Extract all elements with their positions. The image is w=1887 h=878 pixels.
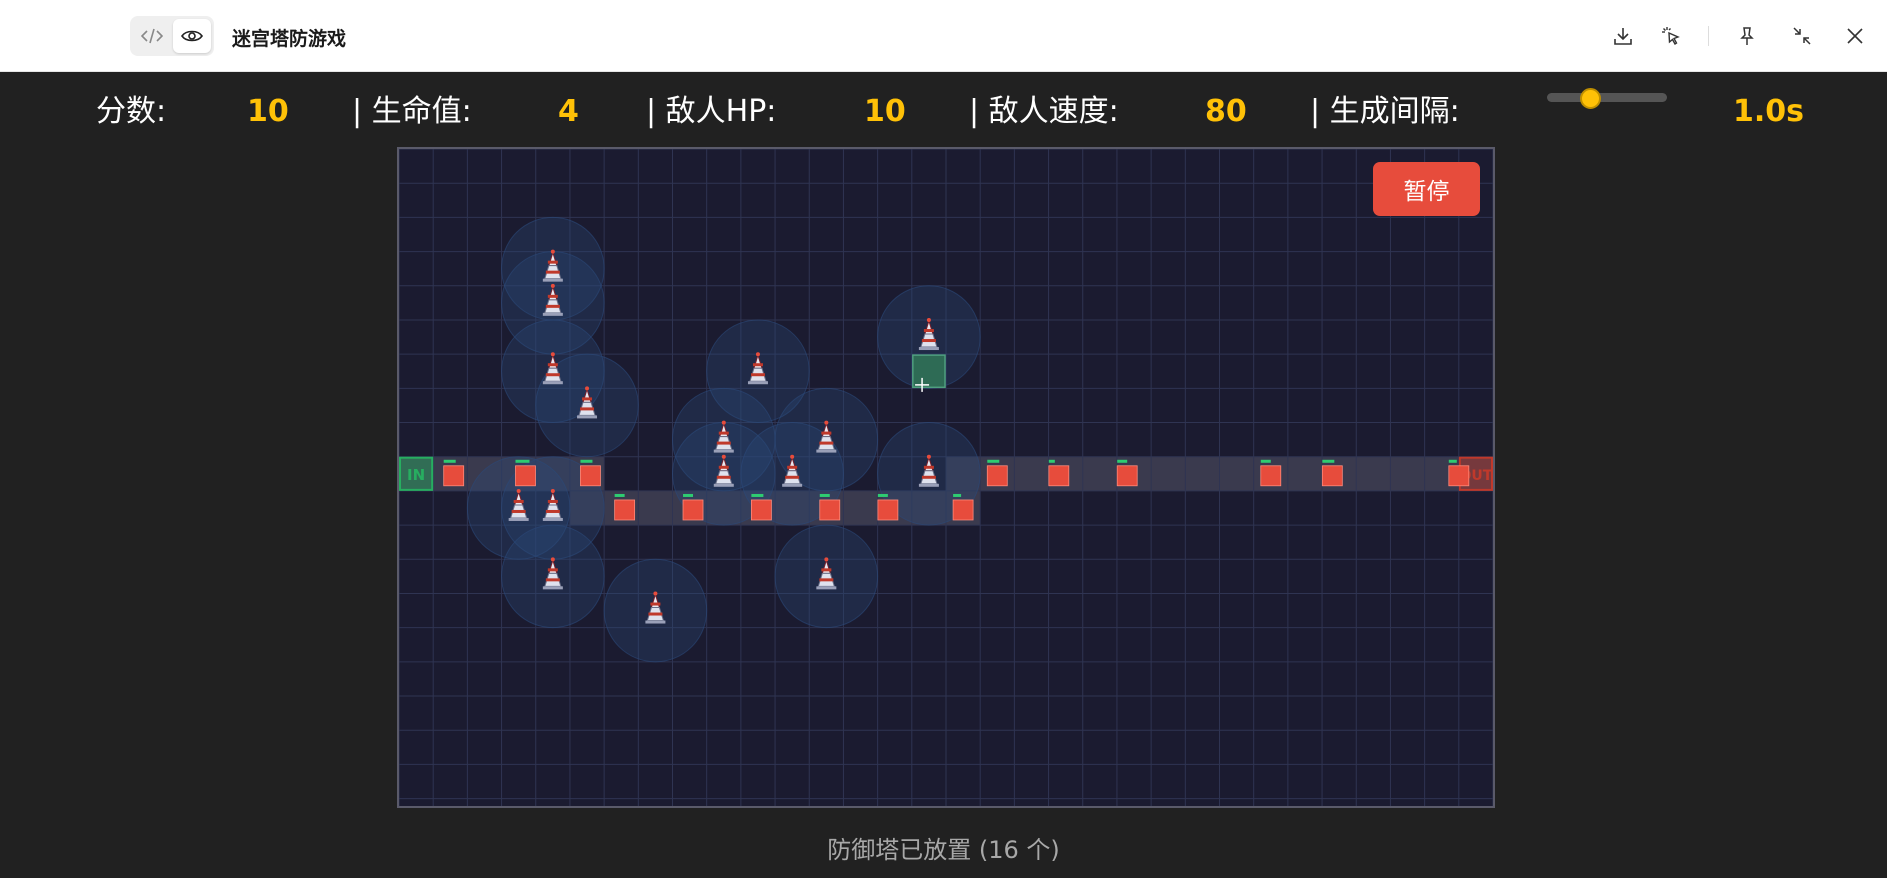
toolbar-divider	[1708, 26, 1709, 46]
select-element-button[interactable]	[1657, 22, 1685, 50]
enemy-health-bar	[819, 493, 830, 497]
enemy-health-bar	[443, 459, 456, 463]
preview-view-button[interactable]	[173, 19, 211, 53]
enemy	[750, 499, 772, 521]
slider-thumb[interactable]	[1580, 88, 1602, 109]
enemy	[1260, 465, 1282, 487]
path-cell	[1356, 456, 1391, 491]
enemy	[1321, 465, 1343, 487]
enemy-health-bar	[1260, 459, 1271, 463]
enemy-health-bar	[1322, 459, 1335, 463]
lives-value: 4	[558, 94, 579, 129]
close-button[interactable]	[1841, 22, 1869, 50]
enemy-health-bar	[1048, 459, 1055, 463]
enemy	[1048, 465, 1070, 487]
enemy-health-bar	[953, 493, 962, 497]
entry-label: IN	[407, 466, 425, 484]
lives-label: | 生命值:	[352, 94, 472, 129]
spawn-interval-slider[interactable]	[1547, 88, 1667, 109]
hover-cell[interactable]	[912, 354, 946, 389]
path-cell	[638, 490, 673, 526]
enemy-health-bar	[877, 493, 888, 497]
view-toggle	[130, 16, 214, 56]
game-board[interactable]: IN OUT	[397, 147, 1495, 808]
path-cell	[1151, 456, 1186, 491]
enemy-health-bar	[1448, 459, 1457, 463]
collapse-button[interactable]	[1788, 22, 1816, 50]
enemy	[682, 499, 704, 521]
code-icon	[141, 28, 163, 44]
path-cell	[1082, 456, 1117, 491]
maze-grid[interactable]: IN OUT	[399, 149, 1493, 806]
enemy-speed-label: | 敌人速度:	[969, 94, 1119, 129]
enemy-health-bar	[614, 493, 625, 497]
collapse-icon	[1793, 27, 1811, 45]
enemy-health-bar	[683, 493, 694, 497]
enemy-hp-value: 10	[864, 94, 906, 129]
enemy	[819, 499, 841, 521]
enemy	[614, 499, 636, 521]
enemy-health-bar	[580, 459, 593, 463]
score-label: 分数:	[96, 94, 167, 129]
enemy-health-bar	[1117, 459, 1128, 463]
pause-button[interactable]: 暂停	[1373, 162, 1480, 216]
path-cell	[843, 490, 878, 526]
score-value: 10	[247, 94, 289, 129]
path-cell	[1287, 456, 1323, 491]
spawn-interval-value: 1.0s	[1733, 94, 1805, 129]
close-icon	[1847, 28, 1863, 44]
path-cell	[1014, 456, 1049, 491]
eye-icon	[181, 30, 203, 42]
enemy	[986, 465, 1008, 487]
enemy	[952, 499, 974, 521]
download-button[interactable]	[1609, 22, 1637, 50]
pointer-click-icon	[1662, 27, 1680, 46]
slider-track[interactable]	[1547, 93, 1667, 102]
status-message: 防御塔已放置 (16 个)	[827, 836, 1060, 864]
enemy	[580, 465, 601, 487]
code-view-button[interactable]	[133, 19, 171, 53]
title-bar: 迷宫塔防游戏	[0, 0, 1887, 72]
path-cell	[1390, 456, 1425, 491]
enemy	[877, 499, 899, 521]
enemy-health-bar	[751, 493, 764, 497]
enemy-hp-label: | 敌人HP:	[646, 94, 777, 129]
enemy	[515, 465, 536, 487]
enemy-speed-value: 80	[1205, 94, 1247, 129]
app-title: 迷宫塔防游戏	[232, 28, 347, 50]
path-cell	[1185, 456, 1220, 491]
enemy	[443, 465, 465, 487]
pin-icon	[1740, 27, 1754, 45]
path-cell	[1219, 456, 1254, 491]
spawn-interval-label: | 生成间隔:	[1310, 94, 1460, 129]
download-icon	[1614, 28, 1632, 45]
enemy-health-bar	[515, 459, 530, 463]
enemy	[1448, 465, 1470, 487]
enemy	[1116, 465, 1138, 487]
pin-button[interactable]	[1733, 22, 1761, 50]
enemy-health-bar	[987, 459, 1000, 463]
